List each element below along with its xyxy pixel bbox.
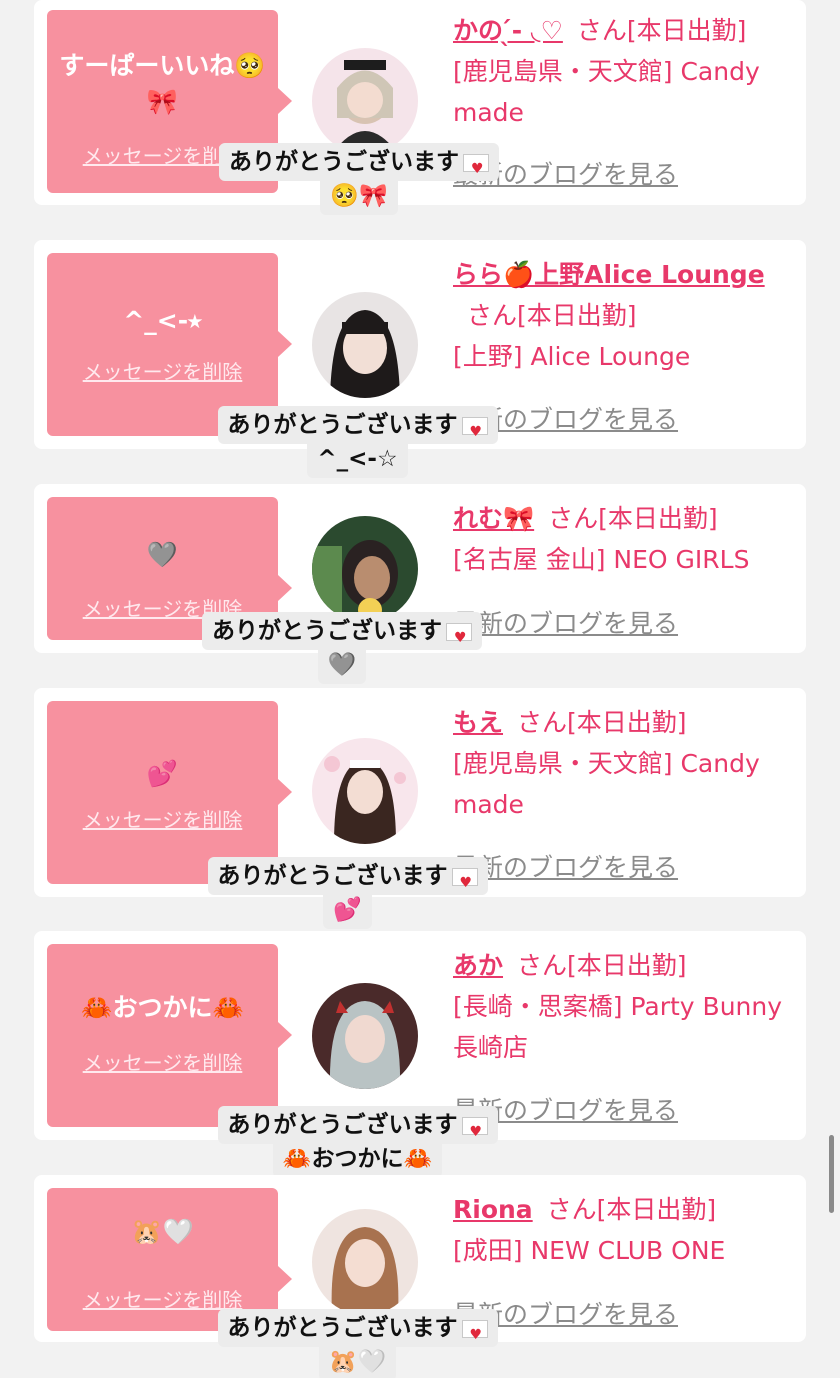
girl-info: Riona さん[本日出勤] [成田] NEW CLUB ONE — [453, 1189, 798, 1271]
girl-name-link[interactable]: もえ — [453, 708, 503, 737]
avatar[interactable] — [312, 516, 418, 622]
reply-line2: 🥺🎀 — [320, 181, 398, 215]
reply-text: ありがとうございます 💕 — [190, 857, 505, 929]
avatar[interactable] — [312, 48, 418, 154]
girl-info: あか さん[本日出勤] [長崎・思案橋] Party Bunny 長崎店 — [453, 945, 798, 1068]
reply-text: ありがとうございます 🥺🎀 — [203, 143, 515, 215]
message-text: 🦀おつかに🦀 — [81, 993, 244, 1022]
love-letter-icon — [461, 416, 488, 447]
message-bubble: 🦀おつかに🦀 メッセージを削除 — [47, 944, 292, 1127]
girl-info: かの ̖́-‬ ◟♡ さん[本日出勤] [鹿児島県・天文館] Candy made — [453, 10, 798, 133]
love-letter-icon — [461, 1116, 488, 1147]
girl-info: らら🍎上野Alice Lounge さん[本日出勤] [上野] Alice Lou… — [453, 254, 798, 377]
shop-text[interactable]: [名古屋 金山] NEO GIRLS — [453, 545, 749, 574]
girl-name-link[interactable]: かの ̖́-‬ ◟♡ — [453, 16, 563, 45]
reply-line2: 💕 — [323, 895, 372, 929]
reply-label: ありがとうございます — [227, 412, 458, 438]
avatar[interactable] — [312, 1209, 418, 1315]
girl-name-link[interactable]: あか — [453, 951, 503, 980]
reply-text: ありがとうございます ^_<-☆ — [200, 406, 515, 478]
reply-line2: ^_<-☆ — [307, 444, 408, 478]
avatar[interactable] — [312, 738, 418, 844]
girl-name-link[interactable]: らら🍎上野Alice Lounge — [453, 260, 765, 289]
love-letter-icon — [461, 1319, 488, 1350]
message-text: 🐹🤍 — [131, 1217, 194, 1246]
girl-info: れむ🎀 さん[本日出勤] [名古屋 金山] NEO GIRLS — [453, 498, 798, 580]
reply-text: ありがとうございます 🩶 — [186, 612, 498, 684]
scrollbar[interactable] — [829, 1135, 834, 1213]
reply-label: ありがとうございます — [229, 149, 459, 175]
message-text: ^_<-⭑ — [123, 306, 202, 335]
status-text: さん[本日出勤] — [576, 16, 747, 45]
status-text: さん[本日出勤] — [517, 708, 687, 737]
delete-message-link[interactable]: メッセージを削除 — [47, 804, 278, 833]
girl-info: もえ さん[本日出勤] [鹿児島県・天文館] Candy made — [453, 702, 798, 825]
reply-label: ありがとうございます — [217, 863, 448, 889]
shop-text[interactable]: [長崎・思案橋] Party Bunny 長崎店 — [453, 992, 782, 1062]
reply-label: ありがとうございます — [227, 1112, 458, 1138]
status-text: さん[本日出勤] — [517, 951, 687, 980]
reply-line2: 🦀おつかに🦀 — [272, 1144, 443, 1178]
message-text: 🩶 — [146, 540, 179, 569]
shop-text[interactable]: [鹿児島県・天文館] Candy made — [453, 57, 760, 127]
message-text: 💕 — [146, 759, 179, 788]
love-letter-icon — [463, 153, 489, 184]
avatar[interactable] — [312, 292, 418, 398]
reply-label: ありがとうございます — [212, 618, 442, 644]
reply-text: ありがとうございます 🐹🤍 — [200, 1309, 515, 1378]
status-text: さん[本日出勤] — [467, 301, 637, 330]
delete-message-link[interactable]: メッセージを削除 — [47, 1047, 278, 1076]
shop-text[interactable]: [鹿児島県・天文館] Candy made — [453, 749, 760, 819]
reply-line2: 🐹🤍 — [318, 1347, 397, 1378]
love-letter-icon — [446, 622, 472, 653]
reply-line2: 🩶 — [317, 650, 367, 684]
status-text: さん[本日出勤] — [546, 1195, 717, 1224]
girl-name-link[interactable]: れむ🎀 — [453, 504, 534, 533]
girl-name-link[interactable]: Riona — [453, 1195, 533, 1224]
shop-text[interactable]: [上野] Alice Lounge — [453, 342, 690, 371]
delete-message-link[interactable]: メッセージを削除 — [47, 356, 278, 385]
love-letter-icon — [451, 867, 478, 898]
reply-label: ありがとうございます — [227, 1315, 458, 1341]
status-text: さん[本日出勤] — [548, 504, 718, 533]
reply-text: ありがとうございます 🦀おつかに🦀 — [200, 1106, 515, 1178]
avatar[interactable] — [312, 983, 418, 1089]
shop-text[interactable]: [成田] NEW CLUB ONE — [453, 1236, 725, 1265]
message-text: すーぱーいいね🥺🎀 — [59, 51, 266, 116]
